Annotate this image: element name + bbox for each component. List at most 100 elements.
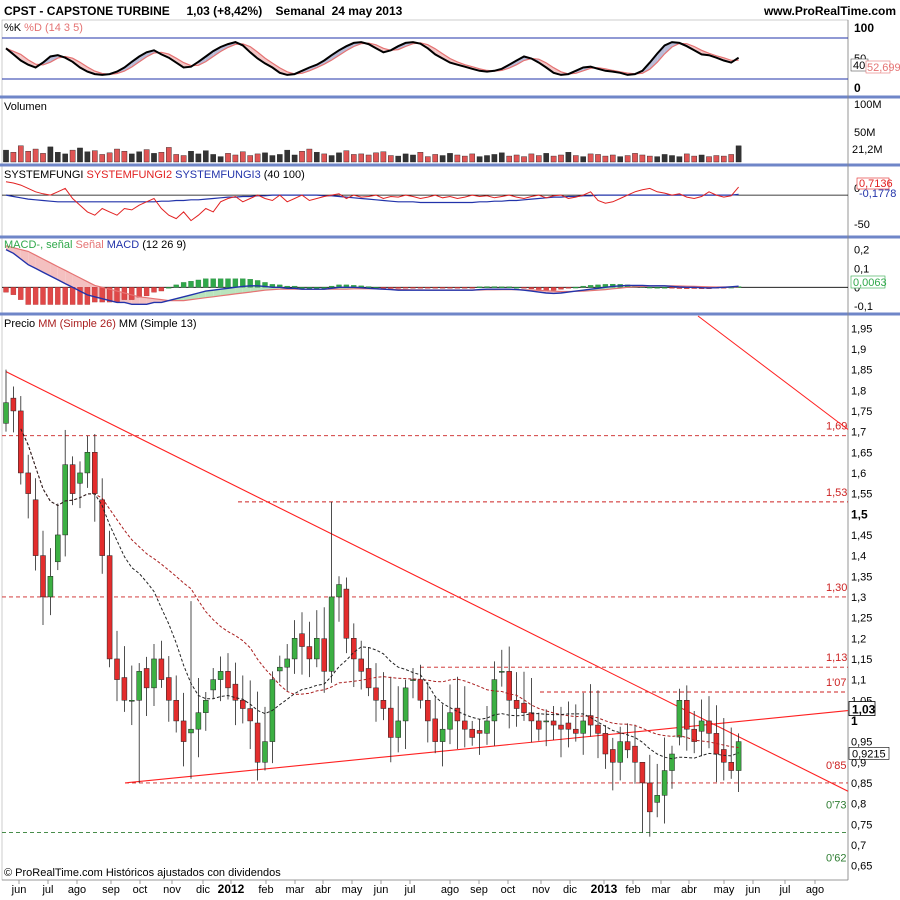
price-legend-item: (Simple 26) <box>57 318 116 330</box>
macd-legend-item: Señal <box>72 239 103 251</box>
macd-histogram-bar <box>47 287 54 305</box>
volume-tick: 50M <box>854 127 875 139</box>
volume-bar <box>439 155 446 163</box>
volume-bar <box>721 155 727 163</box>
macd-histogram-bar <box>129 287 135 300</box>
volume-bar <box>291 154 298 163</box>
macd-histogram-bar <box>32 287 39 305</box>
volume-bar <box>395 155 402 163</box>
volume-bar <box>735 145 742 163</box>
volume-bar <box>484 155 490 163</box>
price-legend: Precio MM (Simple 26) MM (Simple 13) <box>4 318 197 330</box>
volume-bar <box>210 154 217 163</box>
candle-body <box>217 671 224 680</box>
volume-bar <box>550 155 557 163</box>
volume-bar <box>521 156 527 163</box>
volume-bar <box>706 156 712 163</box>
candle-body <box>602 733 609 755</box>
candle-body <box>277 666 283 672</box>
candle-body <box>3 402 9 424</box>
volume-current: 21,2M <box>852 144 883 156</box>
volume-bar <box>40 153 46 163</box>
volume-bar <box>558 154 564 163</box>
candle-body <box>706 720 712 734</box>
volume-bar <box>121 150 128 163</box>
macd-histogram-bar <box>499 286 505 288</box>
volume-bar <box>617 156 623 163</box>
candle-body <box>469 728 475 738</box>
candle-body <box>291 638 298 660</box>
volume-bar <box>62 153 68 163</box>
volume-bar <box>321 153 328 163</box>
chart-canvas[interactable]: %K %D (14 3 5)1005004052,699Volumen100M5… <box>0 0 900 900</box>
candle-body <box>240 700 246 709</box>
fungi3-value: -0,1778 <box>859 188 896 200</box>
candle-body <box>306 646 313 660</box>
volume-bar <box>654 156 660 163</box>
pane-separator <box>0 163 900 167</box>
macd-histogram-bar <box>18 287 24 300</box>
candle-body <box>143 668 150 689</box>
macd-histogram-bar <box>321 287 327 289</box>
time-axis-label: nov <box>532 884 550 896</box>
candle-body <box>462 720 468 730</box>
time-axis-label: dic <box>563 884 578 896</box>
candle-body <box>32 499 39 556</box>
copyright-footer: © ProRealTime.com Históricos ajustados c… <box>4 867 281 879</box>
candle-body <box>262 741 268 763</box>
macd-legend-item: MACD- <box>4 239 40 251</box>
time-axis-label: sep <box>102 884 120 896</box>
volume-bar <box>380 151 387 163</box>
candle-body <box>92 452 98 494</box>
candle-body <box>669 753 675 771</box>
macd-legend-item: MACD <box>104 239 140 251</box>
candle-body <box>439 728 446 742</box>
price-tick: 1,9 <box>851 344 866 356</box>
candle-body <box>55 534 61 563</box>
price-level-label: 0'85 <box>826 760 846 772</box>
macd-tick: 0,2 <box>854 245 869 257</box>
candle-body <box>62 464 68 536</box>
macd-histogram-bar <box>328 285 335 288</box>
macd-histogram-bar <box>40 287 46 305</box>
candle-body <box>506 671 512 701</box>
macd-histogram-bar <box>114 287 120 303</box>
macd-histogram-bar <box>55 287 61 305</box>
volume-bar <box>728 154 734 163</box>
time-axis-label: jun <box>745 884 761 896</box>
time-axis-label: feb <box>258 884 273 896</box>
macd-histogram-bar <box>454 287 461 289</box>
volume-bar <box>573 155 579 163</box>
price-tick: 0,65 <box>851 861 872 873</box>
macd-histogram-bar <box>573 286 579 289</box>
macd-histogram-bar <box>203 278 209 288</box>
volume-bar <box>373 152 379 163</box>
volume-bar <box>698 154 705 163</box>
price-tick: 1,4 <box>851 551 866 563</box>
volume-bar <box>202 150 209 163</box>
candle-body <box>513 700 520 709</box>
time-axis-label: dic <box>196 884 211 896</box>
macd-histogram-bar <box>439 287 446 289</box>
candle-body <box>447 712 453 730</box>
volume-bar <box>217 156 224 163</box>
fungi-legend: SYSTEMFUNGI SYSTEMFUNGI2 SYSTEMFUNGI3 (4… <box>4 169 305 181</box>
volume-bar <box>143 149 150 163</box>
macd-histogram-bar <box>380 287 387 289</box>
candle-body <box>351 638 357 660</box>
pane-vol <box>1 97 849 165</box>
macd-histogram-bar <box>232 278 239 288</box>
volume-bar <box>513 154 520 163</box>
time-axis-label: nov <box>163 884 181 896</box>
volume-bar <box>32 148 39 163</box>
time-axis-label: mar <box>652 884 671 896</box>
stoch-d-value: 52,699 <box>867 62 900 74</box>
price-tick: 1,45 <box>851 530 872 542</box>
volume-bar <box>462 155 468 163</box>
price-tick: 1,25 <box>851 613 872 625</box>
candle-body <box>225 671 231 689</box>
volume-bar <box>351 154 357 163</box>
price-tick: 1,7 <box>851 427 866 439</box>
macd-histogram-bar <box>395 287 401 289</box>
price-tick: 1,85 <box>851 365 872 377</box>
